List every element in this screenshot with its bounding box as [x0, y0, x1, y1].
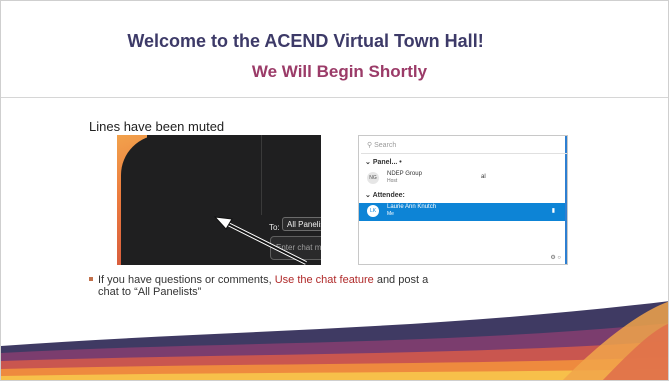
highlight-text: Use the chat feature	[274, 274, 374, 286]
instruction-bullet: If you have questions or comments, Use t…	[89, 274, 549, 298]
pointer-arrow	[213, 216, 307, 265]
bullet-marker	[89, 277, 93, 281]
presentation-slide: Welcome to the ACEND Virtual Town Hall! …	[0, 0, 669, 381]
bullet-line-2: chat to “All Panelists”	[98, 286, 202, 298]
